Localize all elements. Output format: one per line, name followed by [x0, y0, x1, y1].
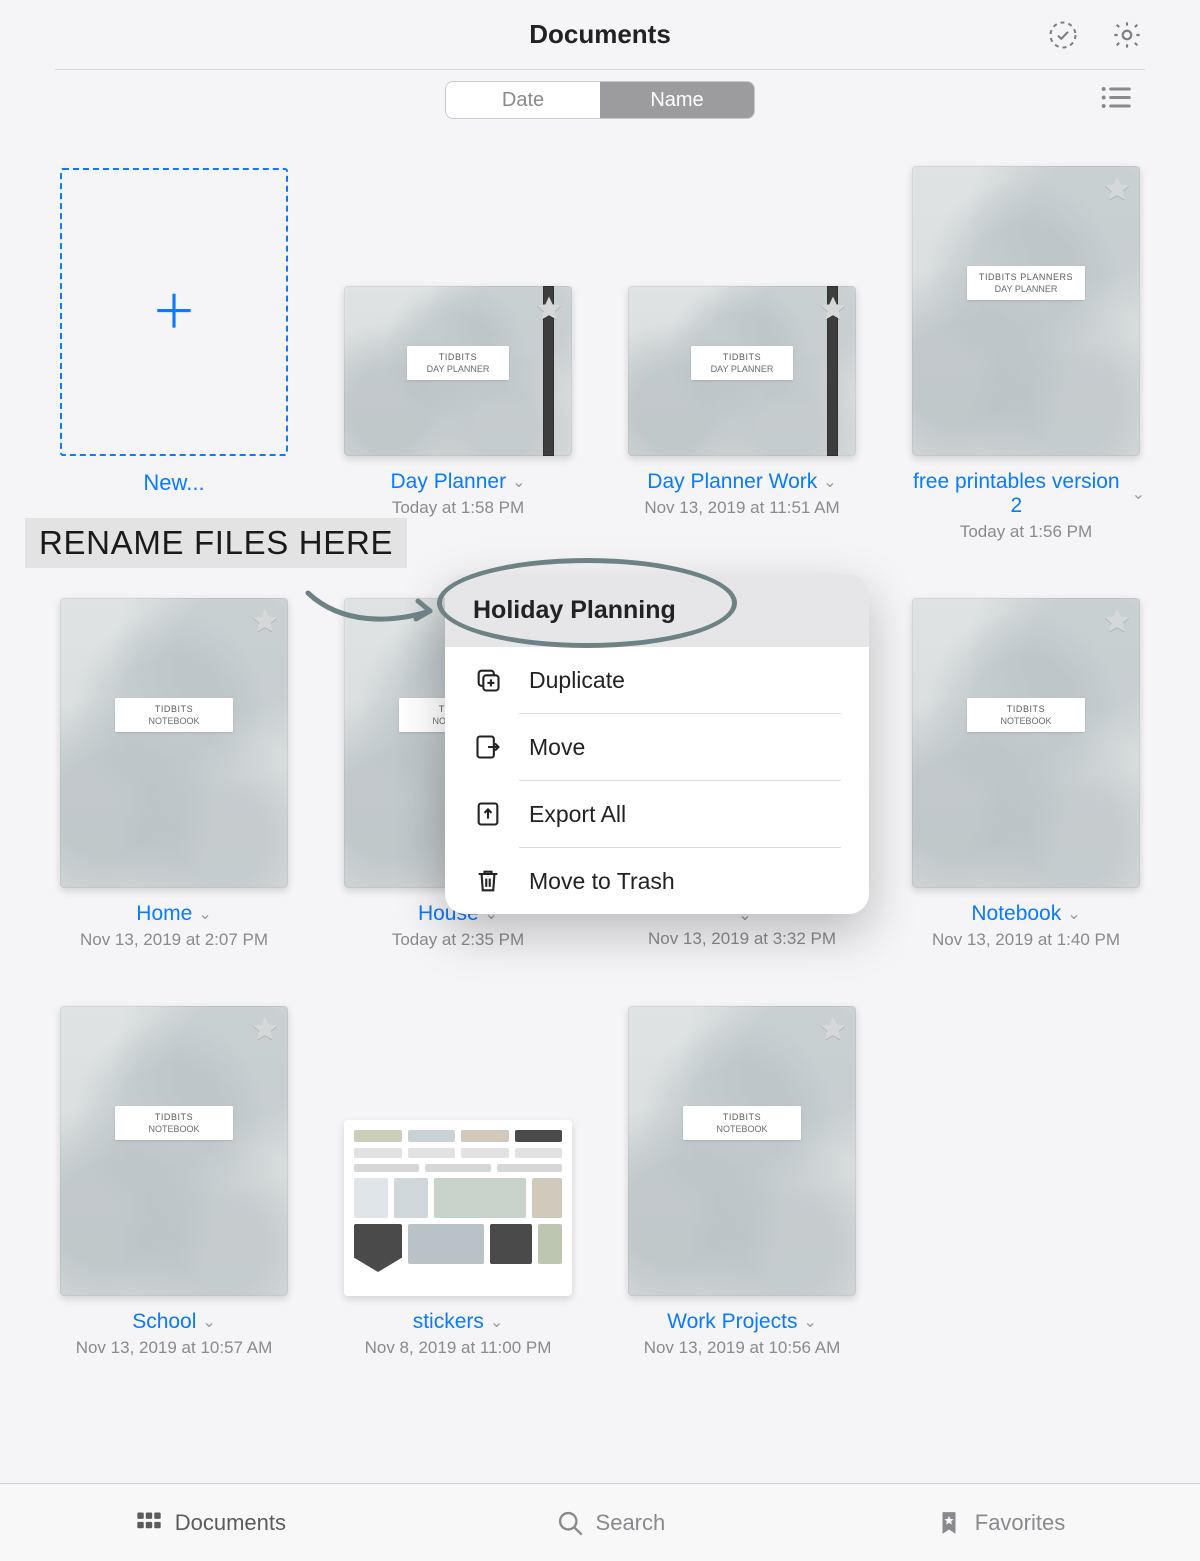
sync-status-icon[interactable]	[1045, 17, 1081, 53]
chevron-down-icon: ⌄	[1132, 484, 1145, 504]
menu-label: Move to Trash	[529, 868, 675, 895]
bottom-tab-bar: Documents Search Favorites	[0, 1483, 1200, 1561]
menu-export-all[interactable]: Export All	[445, 781, 869, 847]
star-icon	[818, 294, 848, 324]
document-date: Today at 2:35 PM	[392, 930, 524, 950]
document-cell: TIDBITSDAY PLANNER Day Planner⌄ Today at…	[339, 166, 577, 542]
document-name[interactable]: School⌄	[132, 1310, 216, 1334]
new-document-cell: ＋ New...	[55, 166, 293, 542]
tab-documents[interactable]: Documents	[135, 1509, 286, 1537]
new-document-button[interactable]: ＋	[60, 168, 288, 456]
new-document-label[interactable]: New...	[143, 470, 204, 496]
document-name[interactable]: Notebook⌄	[971, 902, 1080, 926]
tab-label: Favorites	[975, 1510, 1065, 1536]
star-icon	[1102, 606, 1132, 636]
menu-duplicate[interactable]: Duplicate	[445, 647, 869, 713]
document-name[interactable]: Day Planner⌄	[391, 470, 526, 494]
document-name[interactable]: Work Projects⌄	[667, 1310, 817, 1334]
sort-by-name[interactable]: Name	[600, 82, 754, 118]
view-list-icon[interactable]	[1098, 81, 1132, 120]
document-cell: TIDBITSNOTEBOOK Work Projects⌄ Nov 13, 20…	[623, 1006, 861, 1358]
annotation-label: RENAME FILES HERE	[25, 518, 407, 568]
menu-label: Move	[529, 734, 585, 761]
document-thumbnail[interactable]: TIDBITSNOTEBOOK	[60, 1006, 288, 1296]
document-date: Nov 13, 2019 at 10:56 AM	[644, 1338, 841, 1358]
document-date: Nov 13, 2019 at 2:07 PM	[80, 930, 268, 950]
document-date: Today at 1:58 PM	[391, 498, 526, 518]
sort-row: Date Name	[0, 70, 1200, 130]
document-thumbnail[interactable]: TIDBITSDAY PLANNER	[344, 286, 572, 456]
popover-beak	[867, 769, 869, 797]
document-cell: TIDBITSNOTEBOOK School⌄ Nov 13, 2019 at 1…	[55, 1006, 293, 1358]
document-thumbnail[interactable]: TIDBITSDAY PLANNER	[628, 286, 856, 456]
chevron-down-icon: ⌄	[823, 472, 836, 492]
page-title: Documents	[529, 19, 671, 50]
duplicate-icon	[473, 665, 503, 695]
document-name[interactable]: free printables version 2⌄	[907, 470, 1145, 518]
star-icon	[818, 1014, 848, 1044]
context-menu-popover: Holiday Planning Duplicate Move Export A…	[445, 574, 869, 914]
document-cell: TIDBITS PLANNERSDAY PLANNER free printab…	[907, 166, 1145, 542]
star-icon	[250, 1014, 280, 1044]
document-cell: TIDBITSDAY PLANNER Day Planner Work⌄ Nov…	[623, 166, 861, 542]
bookmark-star-icon	[935, 1509, 963, 1537]
document-date: Nov 13, 2019 at 10:57 AM	[76, 1338, 273, 1358]
document-thumbnail[interactable]: TIDBITSNOTEBOOK	[60, 598, 288, 888]
document-cell: stickers⌄ Nov 8, 2019 at 11:00 PM	[339, 1006, 577, 1358]
menu-move-to-trash[interactable]: Move to Trash	[445, 848, 869, 914]
chevron-down-icon: ⌄	[202, 1312, 215, 1332]
chevron-down-icon: ⌄	[803, 1312, 816, 1332]
chevron-down-icon: ⌄	[1067, 904, 1080, 924]
menu-label: Export All	[529, 801, 626, 828]
document-date: Nov 13, 2019 at 3:32 PM	[648, 929, 836, 949]
sort-by-date[interactable]: Date	[446, 82, 600, 118]
trash-icon	[473, 866, 503, 896]
star-icon	[250, 606, 280, 636]
sort-segmented-control: Date Name	[445, 81, 755, 119]
chevron-down-icon: ⌄	[198, 904, 211, 924]
tab-label: Documents	[175, 1510, 286, 1536]
document-name[interactable]: stickers⌄	[413, 1310, 504, 1334]
menu-move[interactable]: Move	[445, 714, 869, 780]
document-thumbnail[interactable]	[344, 1120, 572, 1296]
document-date: Nov 8, 2019 at 11:00 PM	[365, 1338, 552, 1358]
plus-icon: ＋	[151, 289, 197, 335]
empty-cell	[907, 1006, 1145, 1358]
header: Documents	[55, 0, 1145, 70]
move-icon	[473, 732, 503, 762]
document-date: Nov 13, 2019 at 1:40 PM	[932, 930, 1120, 950]
document-cell: TIDBITSNOTEBOOK Home⌄ Nov 13, 2019 at 2:0…	[55, 598, 293, 950]
document-name[interactable]: Home⌄	[136, 902, 211, 926]
export-icon	[473, 799, 503, 829]
search-icon	[556, 1509, 584, 1537]
document-thumbnail[interactable]: TIDBITSNOTEBOOK	[628, 1006, 856, 1296]
chevron-down-icon: ⌄	[490, 1312, 503, 1332]
context-menu-title[interactable]: Holiday Planning	[445, 574, 869, 647]
document-date: Nov 13, 2019 at 11:51 AM	[644, 498, 839, 518]
document-cell: TIDBITSNOTEBOOK Notebook⌄ Nov 13, 2019 at…	[907, 598, 1145, 950]
document-date: Today at 1:56 PM	[907, 522, 1145, 542]
menu-label: Duplicate	[529, 667, 625, 694]
grid-icon	[135, 1509, 163, 1537]
star-icon	[1102, 174, 1132, 204]
chevron-down-icon: ⌄	[512, 472, 525, 492]
document-thumbnail[interactable]: TIDBITS PLANNERSDAY PLANNER	[912, 166, 1140, 456]
document-thumbnail[interactable]: TIDBITSNOTEBOOK	[912, 598, 1140, 888]
tab-favorites[interactable]: Favorites	[935, 1509, 1065, 1537]
tab-label: Search	[596, 1510, 666, 1536]
settings-icon[interactable]	[1109, 17, 1145, 53]
document-name[interactable]: Day Planner Work⌄	[647, 470, 836, 494]
star-icon	[534, 294, 564, 324]
tab-search[interactable]: Search	[556, 1509, 666, 1537]
